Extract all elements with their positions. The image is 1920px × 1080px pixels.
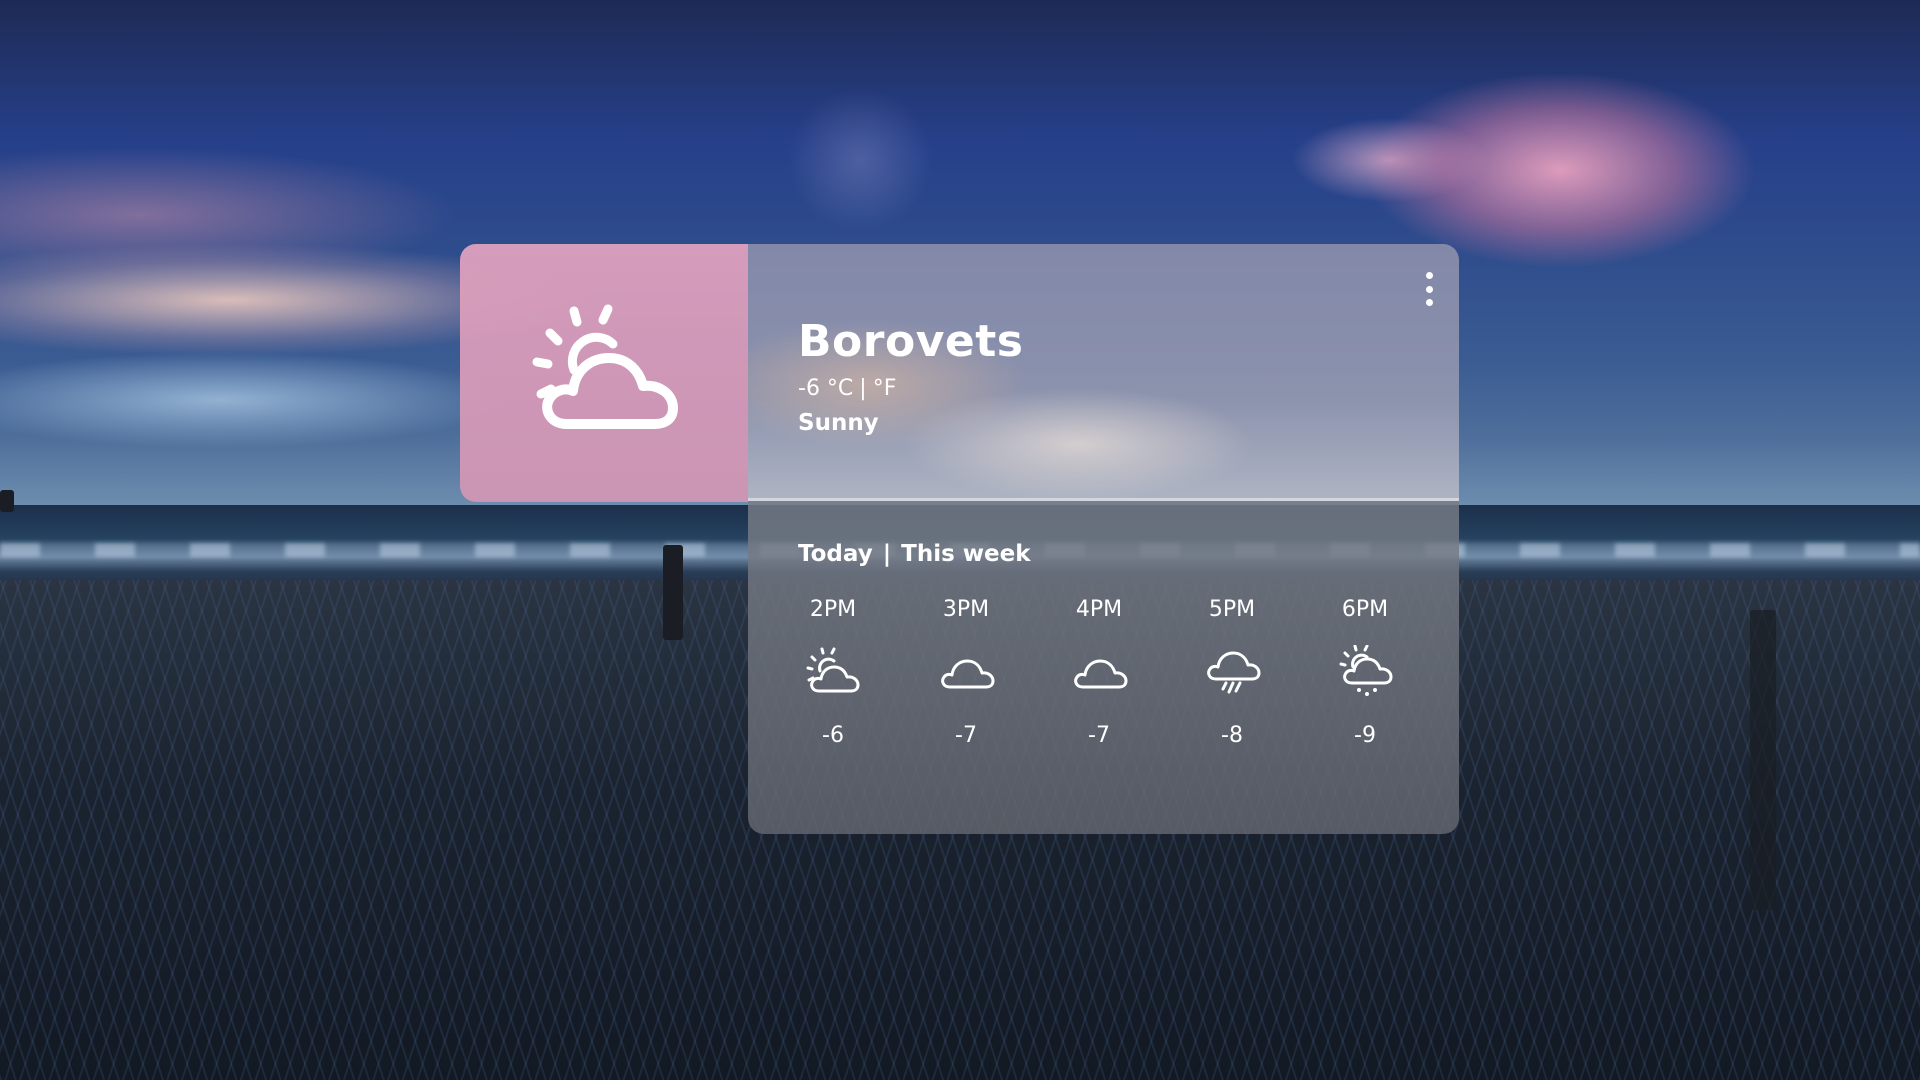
partly-sunny-cloud-icon — [806, 647, 860, 693]
menu-dot — [1425, 272, 1433, 279]
fence-post — [1750, 610, 1776, 910]
tab-separator: | — [882, 541, 892, 567]
menu-dot — [1425, 299, 1433, 306]
weather-condition: Sunny — [798, 410, 879, 436]
city-name: Borovets — [798, 316, 1024, 367]
forecast-temp: -7 — [955, 723, 977, 748]
temperature-fahrenheit-toggle[interactable]: °F — [873, 376, 897, 401]
forecast-item: 5PM -8 — [1187, 597, 1277, 748]
forecast-temp: -7 — [1088, 723, 1110, 748]
rain-cloud-icon — [1207, 651, 1261, 694]
tab-today[interactable]: Today — [798, 541, 873, 567]
forecast-item: 3PM -7 — [921, 597, 1011, 748]
forecast-temp: -6 — [822, 723, 844, 748]
fence-post — [0, 490, 14, 512]
tab-this-week[interactable]: This week — [901, 541, 1030, 567]
forecast-time: 4PM — [1075, 597, 1123, 622]
partly-sunny-cloud-icon — [532, 304, 678, 429]
menu-dot — [1425, 285, 1433, 293]
sun-cloud-snow-icon — [1339, 645, 1393, 696]
fence-post — [663, 545, 683, 640]
forecast-time: 3PM — [942, 597, 990, 622]
cloud-icon — [1074, 659, 1128, 689]
forecast-item: 4PM -7 — [1054, 597, 1144, 748]
current-weather-panel: Borovets -6 °C | °F Sunny — [748, 244, 1459, 501]
temperature-celsius[interactable]: -6 °C — [798, 376, 853, 401]
weather-icon-panel — [460, 244, 748, 502]
temperature-line: -6 °C | °F — [798, 376, 896, 401]
forecast-item: 6PM -9 — [1320, 597, 1410, 748]
cloud-icon — [941, 659, 995, 689]
forecast-item: 2PM -6 — [788, 597, 878, 748]
forecast-tabs: Today | This week — [798, 541, 1031, 567]
forecast-time: 5PM — [1208, 597, 1256, 622]
forecast-temp: -9 — [1354, 723, 1376, 748]
background-scene: Borovets -6 °C | °F Sunny Today | This w… — [0, 0, 1920, 1080]
forecast-time: 6PM — [1341, 597, 1389, 622]
hourly-forecast: 2PM -6 3PM -7 4PM -7 5PM -8 6PM -9 — [788, 597, 1448, 777]
forecast-time: 2PM — [809, 597, 857, 622]
forecast-temp: -8 — [1221, 723, 1243, 748]
forecast-panel: Today | This week 2PM -6 3PM -7 4PM -7 5… — [748, 501, 1459, 834]
more-vertical-icon[interactable] — [1423, 272, 1435, 306]
unit-separator: | — [859, 376, 867, 401]
